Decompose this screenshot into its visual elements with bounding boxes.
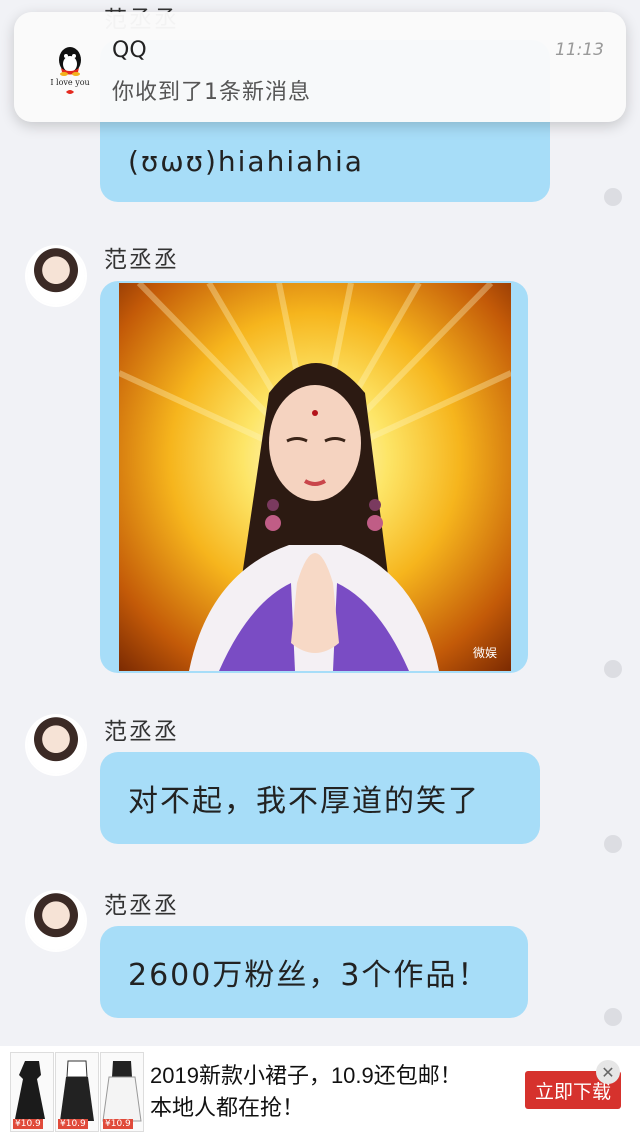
avatar[interactable] — [27, 892, 85, 950]
message-text: (ʊωʊ)hiahiahia — [128, 144, 364, 178]
ad-price-tag: ¥10.9 — [13, 1119, 43, 1129]
read-receipt-icon — [604, 1008, 622, 1026]
watermark: 微娱 — [472, 646, 497, 660]
notification-time: 11:13 — [555, 40, 604, 60]
notification-message: 你收到了1条新消息 — [112, 80, 311, 105]
ad-product-image[interactable]: ¥10.9 — [55, 1052, 99, 1132]
sender-name: 范丞丞 — [104, 719, 179, 745]
avatar[interactable] — [27, 247, 85, 305]
meme-image[interactable]: 微娱 — [119, 283, 511, 671]
close-icon[interactable]: ✕ — [596, 1060, 620, 1084]
qq-penguin-icon: I love you — [42, 38, 98, 98]
notification-banner[interactable]: I love you QQ 你收到了1条新消息 11:13 — [14, 12, 626, 122]
sender-name: 范丞丞 — [104, 893, 179, 919]
message-text: 对不起，我不厚道的笑了 — [128, 784, 480, 819]
ad-banner[interactable]: ¥10.9 ¥10.9 ¥10.9 2019新款小裙子，10.9还包邮！ 本地人… — [0, 1046, 640, 1138]
notification-app-name: QQ — [112, 38, 147, 63]
ad-subline: 本地人都在抢！ — [150, 1095, 305, 1120]
read-receipt-icon — [604, 835, 622, 853]
message-text: 2600万粉丝，3个作品！ — [128, 958, 490, 993]
message-bubble[interactable]: 2600万粉丝，3个作品！ — [100, 926, 528, 1018]
ad-headline: 2019新款小裙子，10.9还包邮！ — [150, 1063, 462, 1088]
read-receipt-icon — [604, 188, 622, 206]
ad-text[interactable]: 2019新款小裙子，10.9还包邮！ 本地人都在抢！ — [150, 1060, 462, 1124]
avatar[interactable] — [27, 716, 85, 774]
logo-caption: I love you — [50, 78, 90, 87]
ad-price-tag: ¥10.9 — [103, 1119, 133, 1129]
ad-product-image[interactable]: ¥10.9 — [10, 1052, 54, 1132]
ad-price-tag: ¥10.9 — [58, 1119, 88, 1129]
ad-product-image[interactable]: ¥10.9 — [100, 1052, 144, 1132]
read-receipt-icon — [604, 660, 622, 678]
message-bubble[interactable]: 对不起，我不厚道的笑了 — [100, 752, 540, 844]
sender-name: 范丞丞 — [104, 247, 179, 273]
